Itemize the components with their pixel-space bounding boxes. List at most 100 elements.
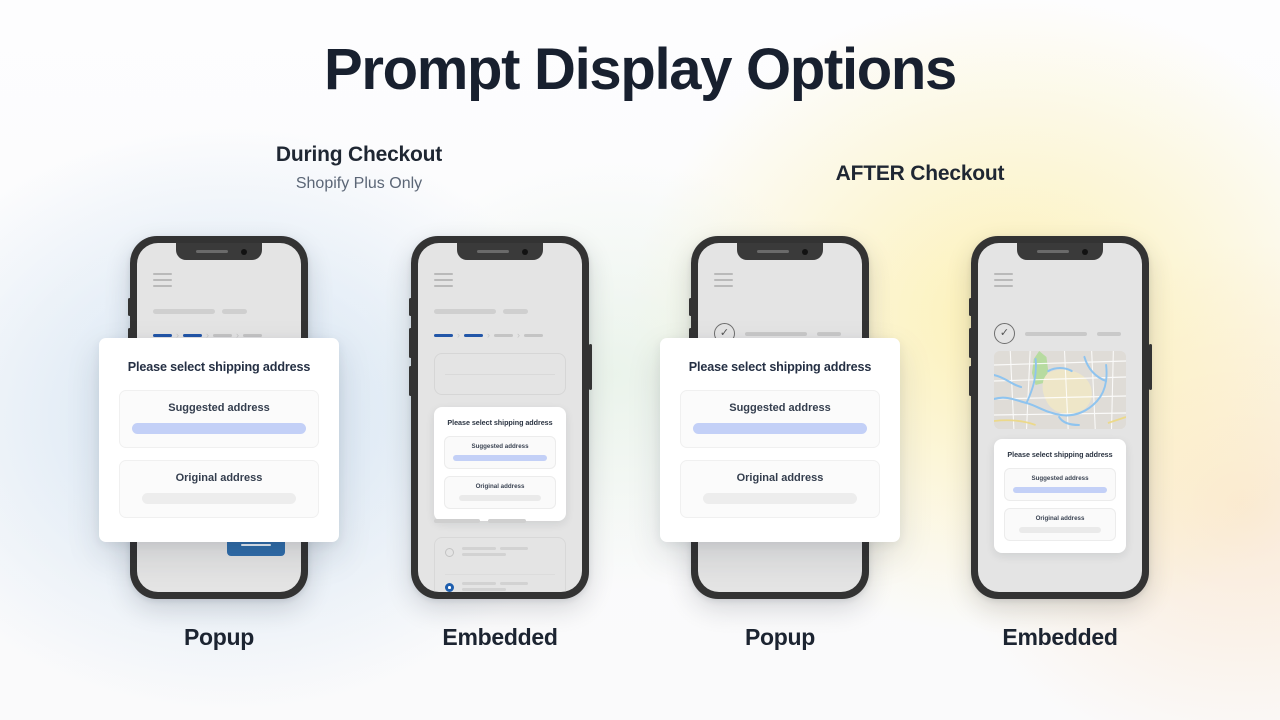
- placeholder-heading-bars: [153, 309, 247, 314]
- prompt-option-value-bar: [142, 493, 296, 504]
- phone-button-volume-down: [968, 366, 972, 396]
- hamburger-menu-icon[interactable]: [153, 273, 172, 291]
- prompt-title: Please select shipping address: [1007, 450, 1113, 459]
- prompt-option-original[interactable]: Original address: [444, 476, 556, 509]
- placeholder-text-lines: [462, 547, 555, 556]
- caption-after-embedded: Embedded: [1002, 624, 1118, 650]
- prompt-option-original[interactable]: Original address: [680, 460, 880, 518]
- phone-button-mute: [408, 298, 412, 316]
- phone-screen: ✓: [978, 243, 1142, 592]
- prompt-option-original[interactable]: Original address: [119, 460, 319, 518]
- page-title: Prompt Display Options: [323, 37, 957, 102]
- phone-button-mute: [968, 298, 972, 316]
- checkout-breadcrumb: › › ›: [434, 331, 543, 340]
- prompt-option-value-bar: [459, 495, 541, 501]
- caption-during-popup: Popup: [183, 624, 255, 650]
- phone-notch: [176, 243, 262, 260]
- prompt-embedded-during: Please select shipping address Suggested…: [434, 407, 566, 521]
- hamburger-menu-icon[interactable]: [714, 273, 733, 291]
- hamburger-menu-icon[interactable]: [994, 273, 1013, 291]
- prompt-option-value-bar: [453, 455, 547, 461]
- prompt-popup-after: Please select shipping address Suggested…: [660, 338, 900, 542]
- prompt-option-value-bar: [693, 423, 867, 434]
- phone-screen: › › › Please select shipping address Sug…: [418, 243, 582, 592]
- check-circle-icon: ✓: [994, 323, 1015, 344]
- placeholder-bar: [1025, 331, 1087, 336]
- prompt-option-label: Suggested address: [471, 443, 529, 450]
- prompt-option-label: Original address: [1035, 515, 1085, 522]
- chevron-right-icon: ›: [457, 330, 460, 340]
- prompt-option-suggested[interactable]: Suggested address: [444, 436, 556, 469]
- earpiece-speaker-icon: [757, 250, 789, 253]
- prompt-title: Please select shipping address: [127, 360, 311, 374]
- placeholder-section-bars: [434, 519, 526, 523]
- placeholder-heading-bars: [434, 309, 528, 314]
- caption-after-popup: Popup: [744, 624, 816, 650]
- prompt-option-original[interactable]: Original address: [1004, 508, 1116, 541]
- prompt-option-value-bar: [132, 423, 306, 434]
- phone-button-power: [1148, 344, 1152, 390]
- phone-notch: [457, 243, 543, 260]
- prompt-option-value-bar: [1013, 487, 1107, 493]
- front-camera-icon: [1082, 248, 1088, 255]
- breadcrumb-step-4[interactable]: [243, 334, 262, 337]
- prompt-option-label: Original address: [475, 483, 525, 490]
- group-title: During Checkout: [275, 143, 443, 166]
- chevron-right-icon: ›: [517, 330, 520, 340]
- breadcrumb-step-3[interactable]: [213, 334, 232, 337]
- breadcrumb-step-3[interactable]: [494, 334, 513, 337]
- front-camera-icon: [802, 248, 808, 255]
- breadcrumb-step-1[interactable]: [434, 334, 453, 337]
- chevron-right-icon: ›: [487, 330, 490, 340]
- phone-mockup-during-embedded: › › › Please select shipping address Sug…: [408, 236, 592, 599]
- group-heading-after-checkout: AFTER Checkout: [790, 162, 1050, 186]
- prompt-option-label: Suggested address: [1031, 475, 1089, 482]
- placeholder-text-lines: [462, 582, 555, 591]
- map-thumbnail-icon: [994, 351, 1126, 429]
- phone-notch: [1017, 243, 1103, 260]
- prompt-option-suggested[interactable]: Suggested address: [1004, 468, 1116, 501]
- shipping-method-list: [434, 537, 566, 592]
- caption-during-embedded: Embedded: [442, 624, 558, 650]
- placeholder-bar: [1097, 331, 1121, 336]
- phone-button-power: [588, 344, 592, 390]
- earpiece-speaker-icon: [477, 250, 509, 253]
- poster-canvas: Prompt Display Options During Checkout S…: [0, 0, 1280, 720]
- group-title: AFTER Checkout: [835, 162, 1005, 185]
- phone-notch: [737, 243, 823, 260]
- placeholder-input-field[interactable]: [434, 353, 566, 395]
- prompt-option-label: Suggested address: [729, 402, 831, 414]
- prompt-option-label: Original address: [736, 472, 824, 484]
- list-item[interactable]: [445, 547, 555, 572]
- radio-unselected-icon[interactable]: [445, 548, 454, 557]
- front-camera-icon: [522, 248, 528, 255]
- list-item[interactable]: [445, 574, 555, 592]
- prompt-option-value-bar: [703, 493, 857, 504]
- breadcrumb-step-1[interactable]: [153, 334, 172, 337]
- group-subtitle: Shopify Plus Only: [295, 175, 423, 192]
- prompt-option-suggested[interactable]: Suggested address: [680, 390, 880, 448]
- prompt-option-value-bar: [1019, 527, 1101, 533]
- breadcrumb-step-2[interactable]: [464, 334, 483, 337]
- group-heading-during-checkout: During Checkout Shopify Plus Only: [229, 143, 489, 193]
- earpiece-speaker-icon: [1037, 250, 1069, 253]
- phone-button-volume-up: [408, 328, 412, 358]
- checkout-screen-content: › › › Please select shipping address Sug…: [418, 243, 582, 592]
- prompt-title: Please select shipping address: [447, 418, 553, 427]
- prompt-option-suggested[interactable]: Suggested address: [119, 390, 319, 448]
- front-camera-icon: [241, 248, 247, 255]
- phone-button-volume-down: [408, 366, 412, 396]
- prompt-embedded-after: Please select shipping address Suggested…: [994, 439, 1126, 553]
- breadcrumb-step-4[interactable]: [524, 334, 543, 337]
- radio-selected-icon[interactable]: [445, 583, 454, 592]
- placeholder-bar: [745, 331, 807, 336]
- prompt-popup-during: Please select shipping address Suggested…: [99, 338, 339, 542]
- earpiece-speaker-icon: [196, 250, 228, 253]
- phone-button-volume-up: [968, 328, 972, 358]
- prompt-option-label: Original address: [175, 472, 263, 484]
- hamburger-menu-icon[interactable]: [434, 273, 453, 291]
- placeholder-bar: [817, 331, 841, 336]
- phone-mockup-after-embedded: ✓ Please select shipping address Suggest…: [968, 236, 1152, 599]
- breadcrumb-step-2[interactable]: [183, 334, 202, 337]
- order-confirmed-row: ✓: [994, 323, 1121, 344]
